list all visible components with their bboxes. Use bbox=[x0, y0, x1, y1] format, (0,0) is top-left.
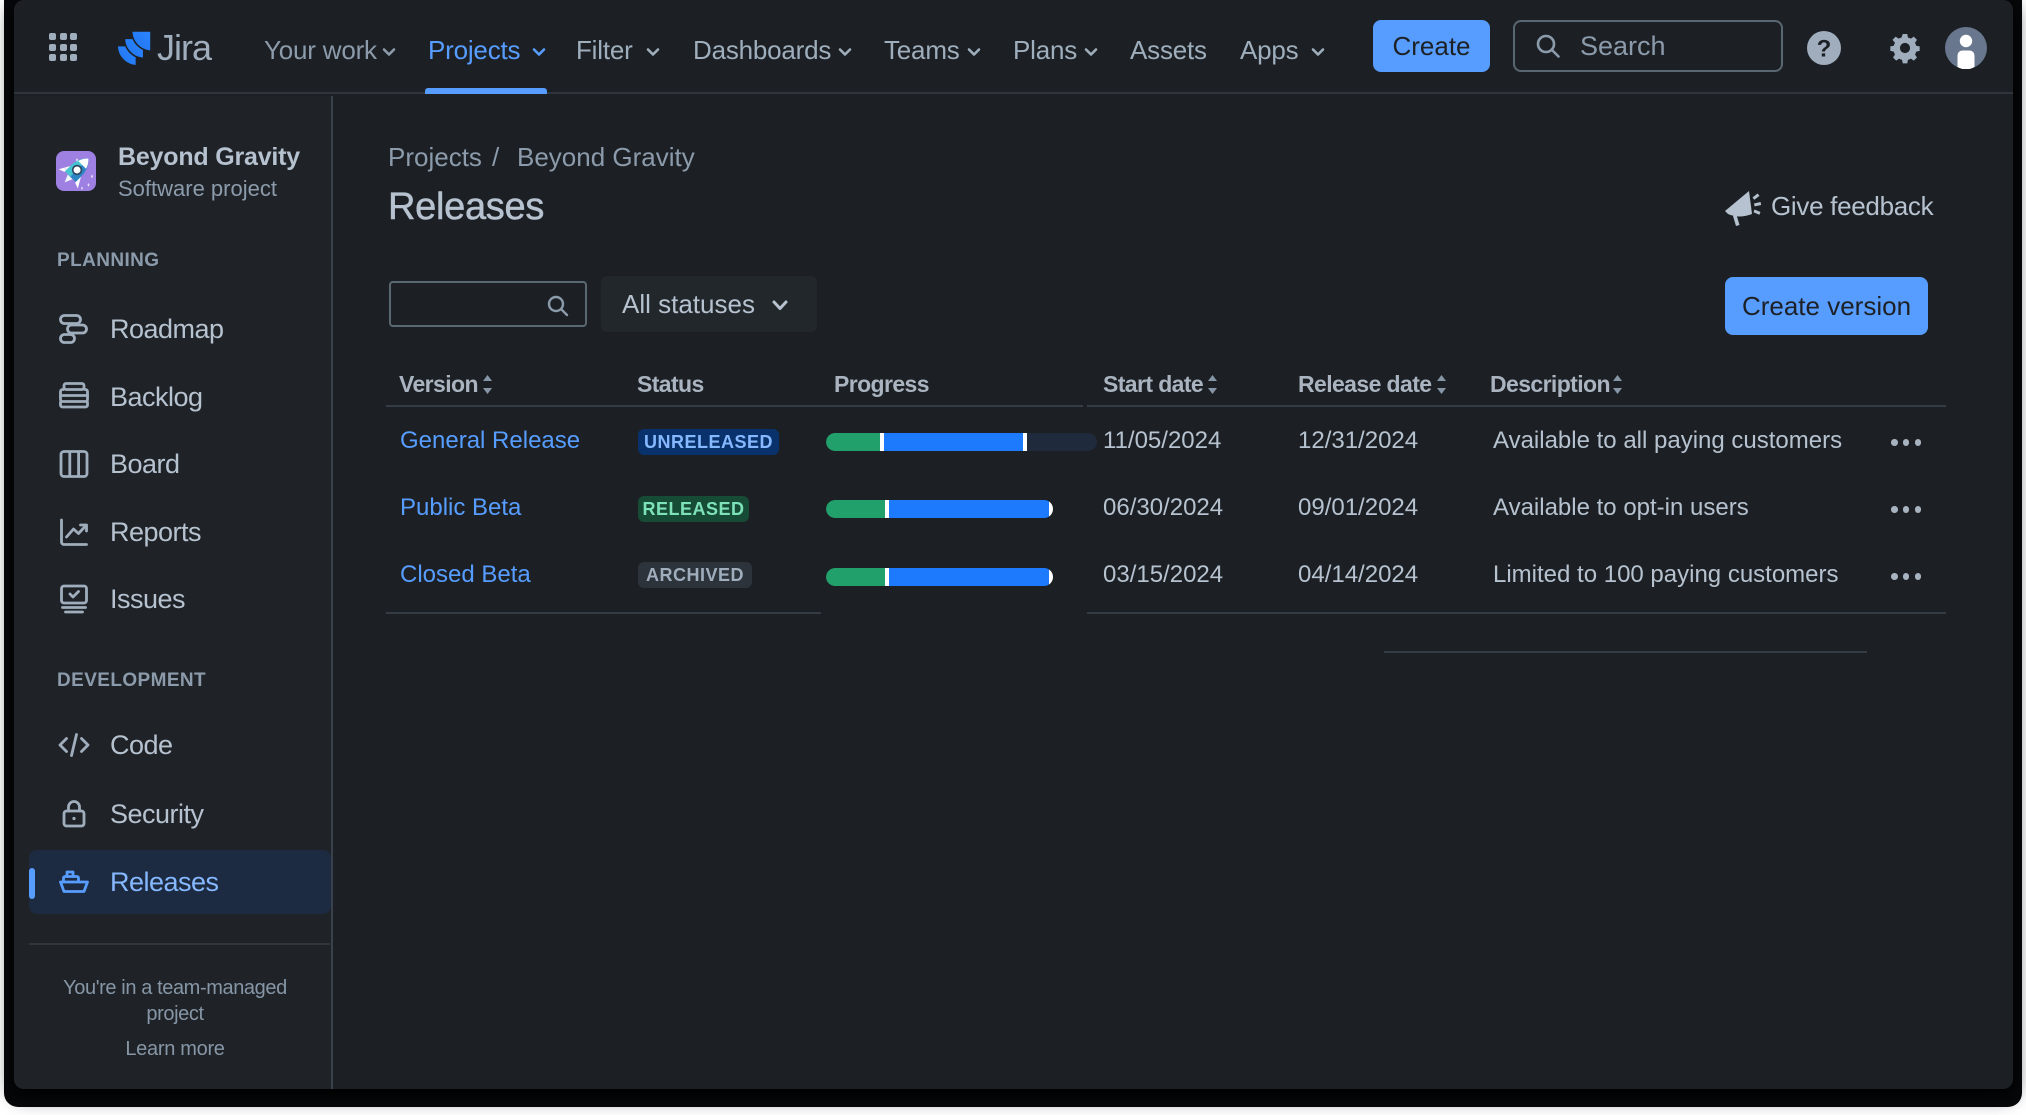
svg-text:?: ? bbox=[1817, 36, 1832, 63]
